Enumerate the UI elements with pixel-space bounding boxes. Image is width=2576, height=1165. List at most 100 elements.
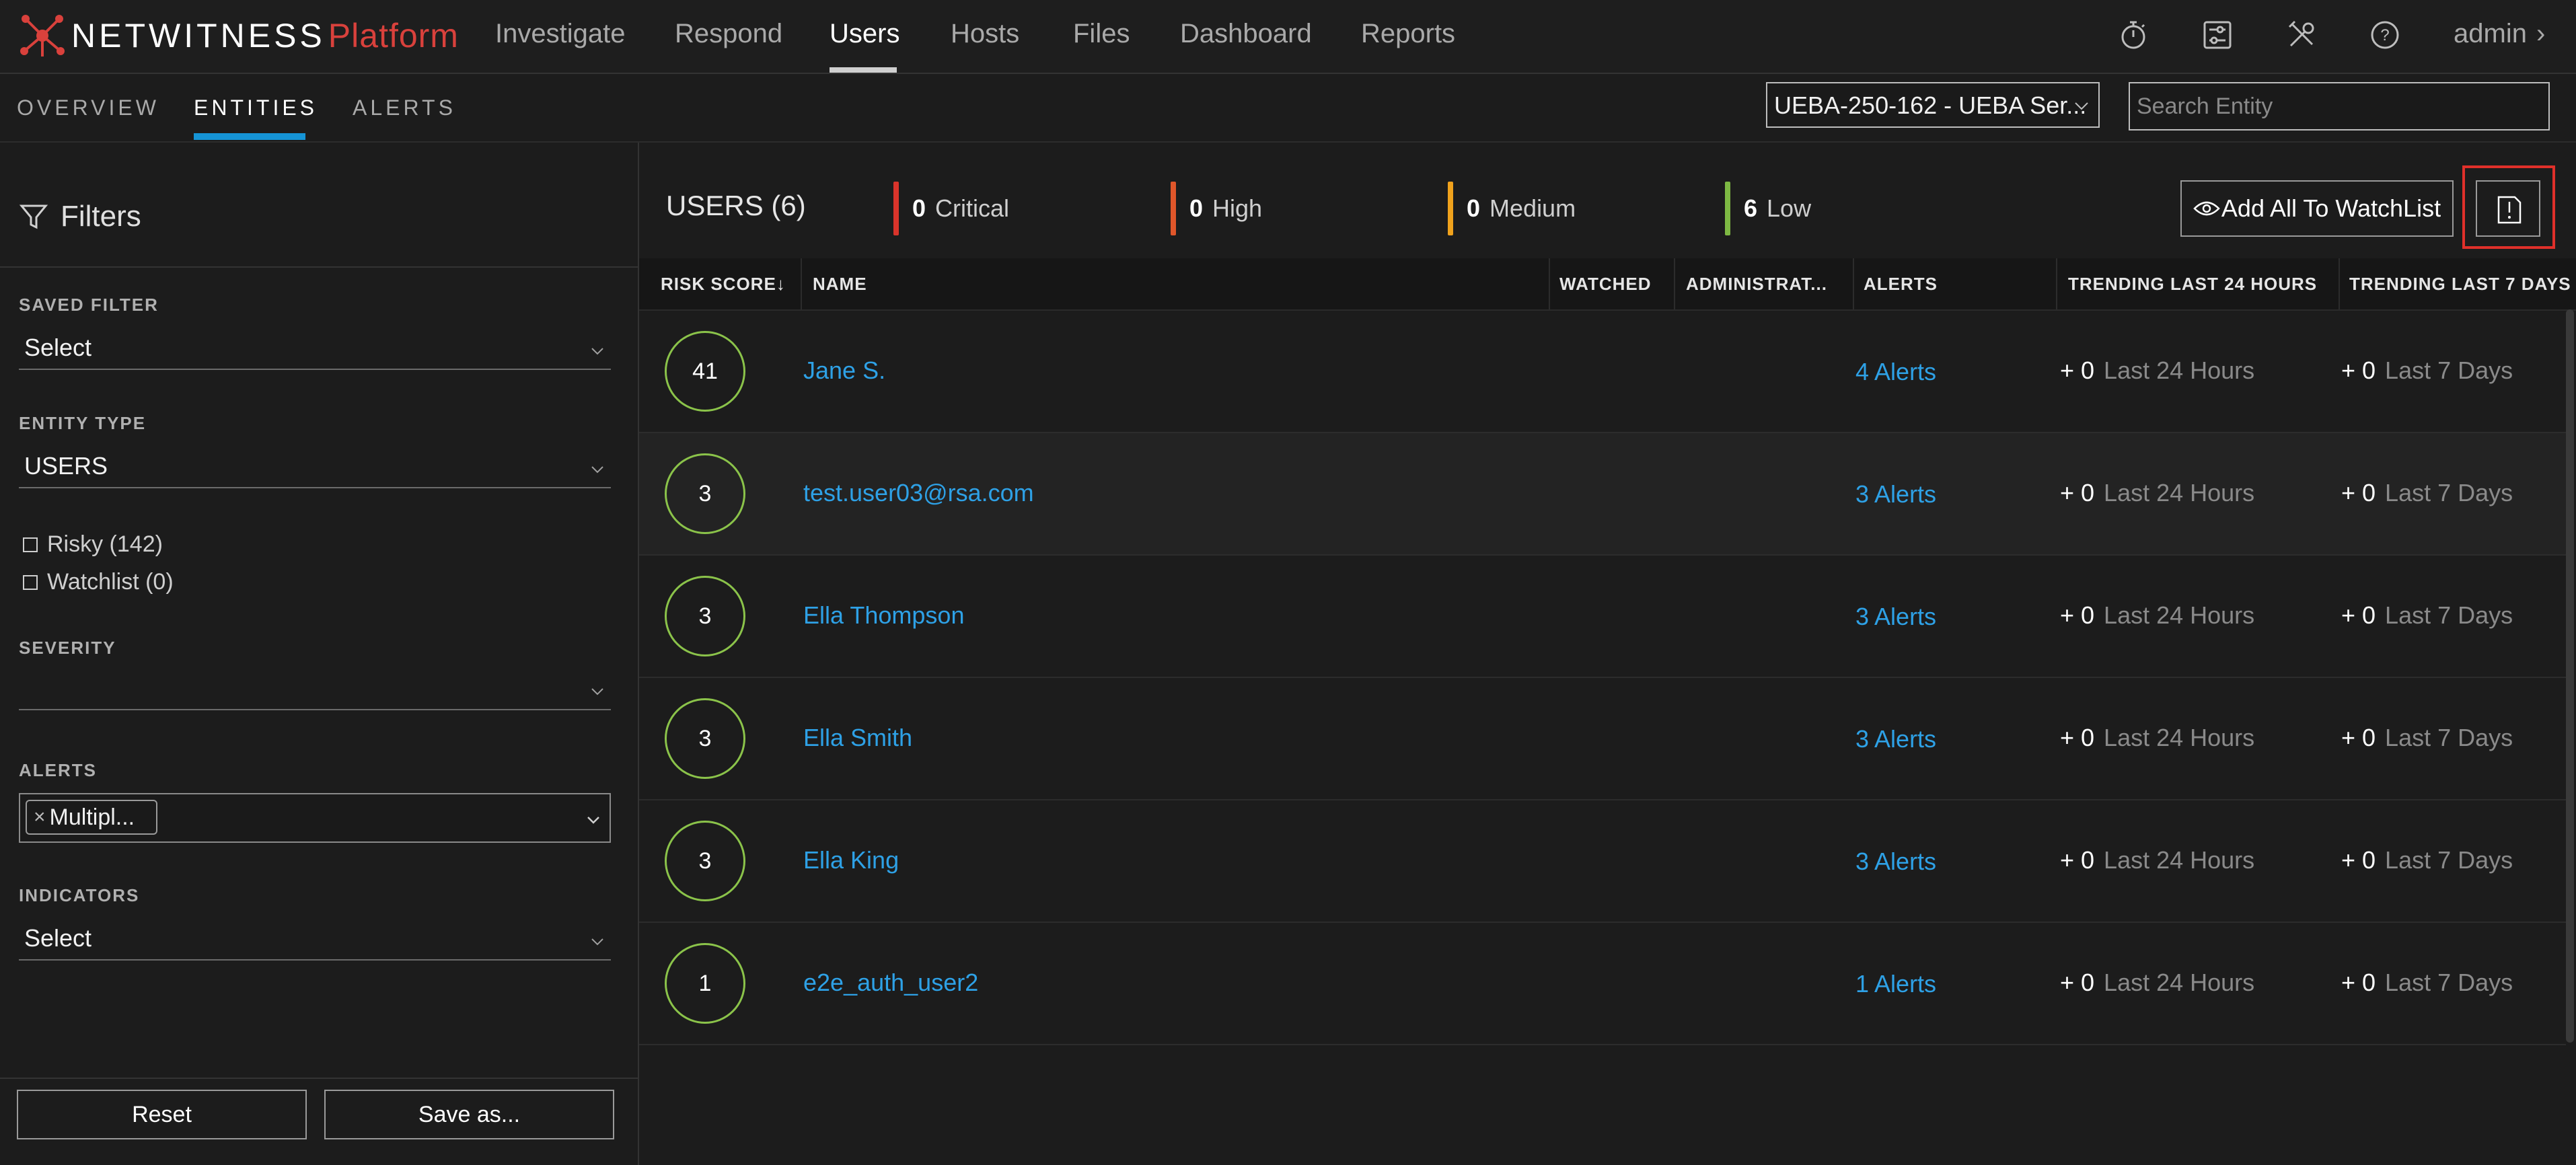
column-divider [801, 258, 802, 309]
table-row[interactable]: 1 e2e_auth_user2 1 Alerts + 0 Last 24 Hou… [639, 923, 2566, 1045]
alerts-count-link[interactable]: 3 Alerts [1855, 848, 1936, 876]
column-divider [1853, 258, 1854, 309]
column-risk-score[interactable]: RISK SCORE ↓ [661, 258, 802, 309]
risk-score-badge: 3 [665, 576, 745, 656]
column-watched[interactable]: WATCHED [1559, 258, 1674, 309]
column-administrator[interactable]: ADMINISTRAT... [1686, 258, 1858, 309]
save-as-button[interactable]: Save as... [324, 1090, 614, 1139]
eye-icon [2193, 201, 2220, 216]
nav-hosts[interactable]: Hosts [951, 19, 1019, 49]
stopwatch-icon[interactable] [2117, 19, 2149, 51]
trend-7d-label: Last 7 Days [2385, 724, 2513, 751]
server-select-value: UEBA-250-162 - UEBA Ser... [1774, 91, 2087, 119]
chevron-down-icon [591, 688, 603, 696]
user-menu[interactable]: admin › [2454, 19, 2545, 49]
sort-arrow-icon: ↓ [776, 273, 786, 294]
nav-dashboard[interactable]: Dashboard [1180, 19, 1312, 49]
saved-filter-select[interactable]: Select [19, 328, 611, 370]
nav-active-indicator [830, 67, 897, 73]
severity-count: 0 [912, 194, 926, 222]
table-row[interactable]: 3 Ella King 3 Alerts + 0 Last 24 Hours + … [639, 800, 2566, 923]
alerts-count-link[interactable]: 3 Alerts [1855, 603, 1936, 631]
nav-respond[interactable]: Respond [675, 19, 782, 49]
sub-navigation: OVERVIEW ENTITIES ALERTS UEBA-250-162 - … [0, 74, 2576, 143]
table-row[interactable]: 3 Ella Smith 3 Alerts + 0 Last 24 Hours +… [639, 678, 2566, 800]
entity-name-link[interactable]: Ella Thompson [803, 601, 964, 630]
entity-name-link[interactable]: Jane S. [803, 356, 885, 385]
search-entity-input[interactable] [2129, 82, 2550, 130]
trend-7d-label: Last 7 Days [2385, 479, 2513, 506]
severity-label: SEVERITY [19, 638, 116, 658]
server-select[interactable]: UEBA-250-162 - UEBA Ser... [1766, 82, 2100, 128]
nav-investigate[interactable]: Investigate [495, 19, 625, 49]
help-icon[interactable]: ? [2369, 19, 2401, 51]
alerts-count-link[interactable]: 3 Alerts [1855, 725, 1936, 753]
divider [0, 266, 638, 268]
watchlist-checkbox[interactable]: Watchlist (0) [23, 569, 174, 595]
column-divider [2339, 258, 2340, 309]
indicators-value: Select [24, 924, 92, 952]
trend-7d-label: Last 7 Days [2385, 969, 2513, 996]
risk-score-badge: 3 [665, 821, 745, 901]
table-scrollbar[interactable] [2566, 309, 2574, 1043]
entity-name-link[interactable]: Ella Smith [803, 724, 912, 752]
risk-score-badge: 3 [665, 453, 745, 534]
severity-critical: 0 Critical [893, 182, 1009, 235]
alerts-count-link[interactable]: 4 Alerts [1855, 358, 1936, 386]
chevron-down-icon [591, 938, 603, 946]
filters-header: Filters [19, 196, 141, 237]
indicators-select[interactable]: Select [19, 919, 611, 961]
divider [0, 1078, 638, 1079]
column-trending-24h[interactable]: TRENDING LAST 24 HOURS [2068, 258, 2337, 309]
export-button[interactable] [2476, 180, 2540, 237]
nav-users[interactable]: Users [830, 19, 899, 49]
svg-text:?: ? [2380, 26, 2389, 44]
alerts-multiselect[interactable]: × Multipl... [19, 793, 611, 843]
column-name[interactable]: NAME [813, 258, 1485, 309]
column-risk-score-label: RISK SCORE [661, 273, 776, 294]
risk-score-badge: 1 [665, 943, 745, 1024]
trend-7d-value: + 0 [2341, 724, 2376, 751]
trend-7d: + 0 Last 7 Days [2341, 846, 2513, 874]
trend-7d-value: + 0 [2341, 969, 2376, 996]
entity-name-link[interactable]: e2e_auth_user2 [803, 969, 978, 997]
alerts-count-link[interactable]: 1 Alerts [1855, 970, 1936, 998]
add-all-to-watchlist-label: Add All To WatchList [2221, 194, 2441, 222]
tab-overview[interactable]: OVERVIEW [17, 96, 159, 120]
column-divider [2056, 258, 2057, 309]
table-row[interactable]: 3 Ella Thompson 3 Alerts + 0 Last 24 Hour… [639, 556, 2566, 678]
nav-files[interactable]: Files [1073, 19, 1130, 49]
remove-tag-icon[interactable]: × [34, 806, 46, 829]
trend-24h-value: + 0 [2060, 601, 2095, 629]
entity-type-select[interactable]: USERS [19, 447, 611, 488]
nav-reports[interactable]: Reports [1361, 19, 1455, 49]
table-row[interactable]: 3 test.user03@rsa.com 3 Alerts + 0 Last 2… [639, 433, 2566, 556]
netwitness-logo[interactable]: NETWITNESS Platform [19, 12, 459, 59]
add-all-to-watchlist-button[interactable]: Add All To WatchList [2180, 180, 2454, 237]
tab-alerts[interactable]: ALERTS [353, 96, 456, 120]
entity-name-link[interactable]: test.user03@rsa.com [803, 479, 1034, 507]
checkbox-box[interactable] [23, 574, 38, 590]
chevron-down-icon [587, 817, 599, 824]
trend-7d: + 0 Last 7 Days [2341, 969, 2513, 997]
chevron-down-icon [591, 466, 603, 474]
alerts-count-link[interactable]: 3 Alerts [1855, 480, 1936, 509]
column-divider [1549, 258, 1550, 309]
column-alerts[interactable]: ALERTS [1864, 258, 2052, 309]
table-row[interactable]: 41 Jane S. 4 Alerts + 0 Last 24 Hours + 0… [639, 311, 2566, 433]
reset-button[interactable]: Reset [17, 1090, 307, 1139]
column-divider [1674, 258, 1675, 309]
checkbox-box[interactable] [23, 537, 38, 552]
column-trending-7d[interactable]: TRENDING LAST 7 DAYS [2349, 258, 2575, 309]
severity-select[interactable] [19, 669, 611, 710]
trend-24h: + 0 Last 24 Hours [2060, 969, 2254, 997]
tools-icon[interactable] [2285, 19, 2318, 51]
risky-checkbox[interactable]: Risky (142) [23, 531, 163, 558]
severity-label: Low [1767, 194, 1812, 222]
logo-accent-text: Platform [328, 17, 459, 54]
tab-entities[interactable]: ENTITIES [194, 96, 318, 120]
settings-sliders-icon[interactable] [2201, 19, 2234, 51]
entity-name-link[interactable]: Ella King [803, 846, 899, 874]
trend-7d-label: Last 7 Days [2385, 601, 2513, 629]
trend-24h-value: + 0 [2060, 356, 2095, 384]
